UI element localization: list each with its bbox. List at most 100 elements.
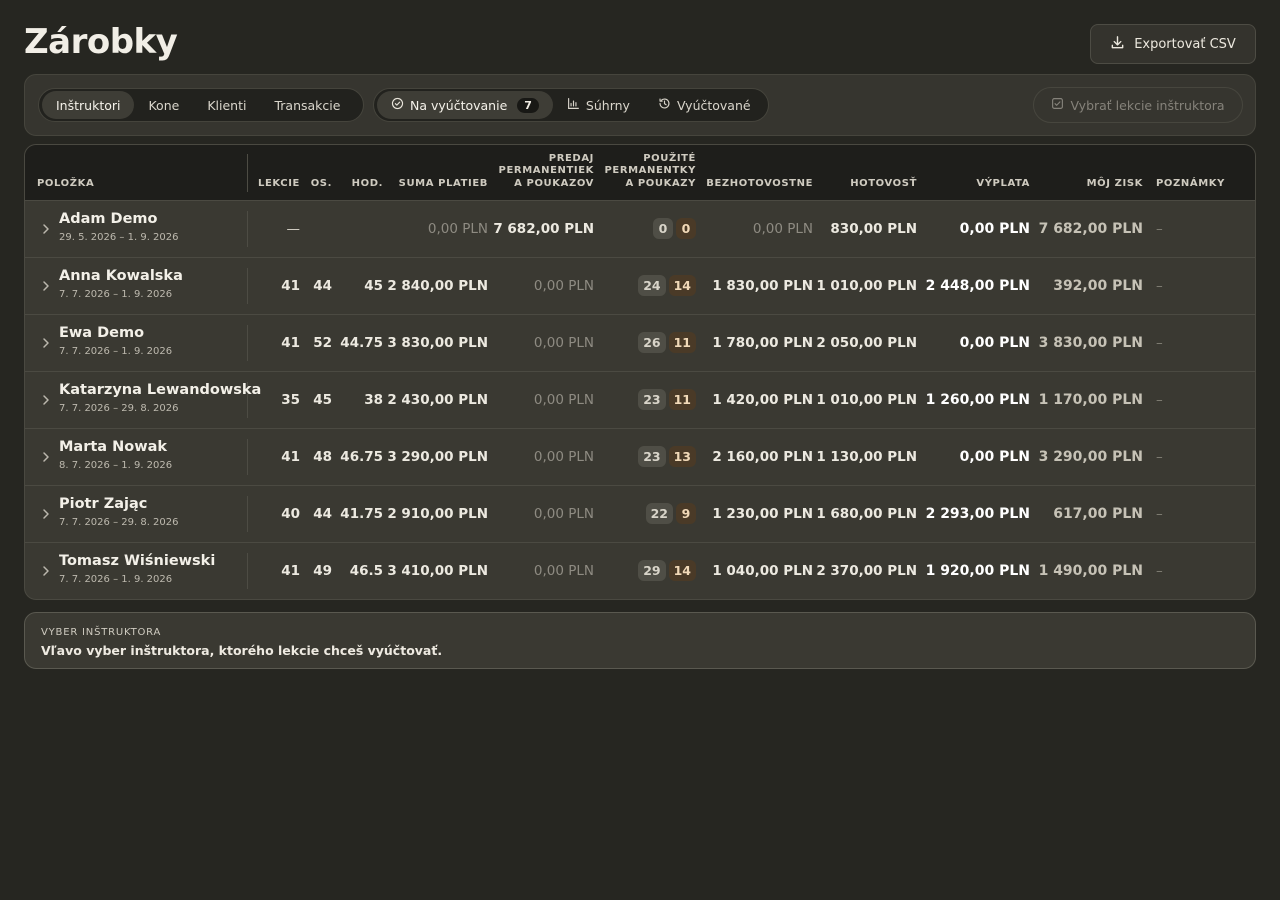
instructor-date-range: 7. 7. 2026 – 1. 9. 2026	[59, 346, 173, 357]
tab-summaries-label: Súhrny	[585, 97, 630, 113]
cashless-amount: 1 230,00 PLN	[712, 506, 813, 522]
select-instructor-lessons-button[interactable]: Vybrať lekcie inštruktora	[1033, 87, 1243, 123]
notes-cell: –	[1156, 563, 1163, 579]
cashless-amount: 1 780,00 PLN	[712, 335, 813, 351]
passes-sales: 0,00 PLN	[533, 392, 594, 408]
tab-to-settle-label: Na vyúčtovanie	[410, 97, 508, 113]
chevron-right-icon[interactable]	[40, 392, 52, 406]
table-row[interactable]: Ewa Demo 7. 7. 2026 – 1. 9. 2026 41 52 44.75…	[25, 314, 1255, 371]
chevron-right-icon[interactable]	[40, 449, 52, 463]
notes-cell: –	[1156, 392, 1163, 408]
tab-summaries[interactable]: Súhrny	[553, 91, 644, 119]
profit-amount: 1 490,00 PLN	[1038, 563, 1143, 579]
lessons-count: —	[286, 221, 301, 237]
used-vouchers-count: 13	[668, 446, 696, 467]
passes-sales: 0,00 PLN	[533, 563, 594, 579]
chevron-right-icon[interactable]	[40, 563, 52, 577]
used-passes: 29 14	[638, 560, 696, 581]
payout-amount: 0,00 PLN	[959, 449, 1030, 465]
passes-sales: 0,00 PLN	[533, 335, 594, 351]
view-tabs: Na vyúčtovanie 7 Súhrny Vyúčtované	[373, 88, 769, 122]
passes-sales: 0,00 PLN	[533, 506, 594, 522]
select-instructor-lessons-label: Vybrať lekcie inštruktora	[1070, 97, 1225, 113]
entity-tabs: Inštruktori Kone Klienti Transakcie	[38, 88, 364, 122]
table-row[interactable]: Marta Nowak 8. 7. 2026 – 1. 9. 2026 41 48 46…	[25, 428, 1255, 485]
cash-amount: 2 370,00 PLN	[816, 563, 917, 579]
used-passes-count: 0	[653, 218, 673, 239]
instructor-name: Katarzyna Lewandowska	[59, 382, 262, 398]
cash-amount: 2 050,00 PLN	[816, 335, 917, 351]
hint-label: Vyber inštruktora	[41, 627, 162, 638]
chevron-right-icon[interactable]	[40, 278, 52, 292]
payout-amount: 0,00 PLN	[959, 335, 1030, 351]
payout-amount: 2 293,00 PLN	[925, 506, 1030, 522]
tab-settled[interactable]: Vyúčtované	[644, 91, 765, 119]
history-icon	[658, 97, 671, 113]
table-row[interactable]: Katarzyna Lewandowska 7. 7. 2026 – 29. 8.…	[25, 371, 1255, 428]
cash-amount: 1 130,00 PLN	[816, 449, 917, 465]
cashless-amount: 0,00 PLN	[752, 221, 813, 237]
header-cash: Hotovosť	[850, 178, 917, 189]
payments-sum: 2 430,00 PLN	[387, 392, 488, 408]
notes-cell: –	[1156, 221, 1163, 237]
profit-amount: 7 682,00 PLN	[1038, 221, 1143, 237]
header-sales-line1: Predaj	[548, 153, 594, 164]
payments-sum: 2 840,00 PLN	[387, 278, 488, 294]
column-divider	[247, 154, 248, 192]
tab-horses[interactable]: Kone	[134, 91, 193, 119]
toolbar: Inštruktori Kone Klienti Transakcie Na v…	[24, 74, 1256, 136]
export-csv-label: Exportovať CSV	[1134, 36, 1236, 52]
earnings-table: Položka Lekcie Os. Hod. Suma platieb Pre…	[24, 144, 1256, 600]
tab-transactions[interactable]: Transakcie	[260, 91, 354, 119]
cash-amount: 830,00 PLN	[830, 221, 917, 237]
instructor-date-range: 7. 7. 2026 – 1. 9. 2026	[59, 574, 173, 585]
instructor-name: Anna Kowalska	[59, 268, 183, 284]
lessons-count: 41	[281, 278, 300, 294]
instructor-name: Ewa Demo	[59, 325, 145, 341]
instructor-date-range: 7. 7. 2026 – 29. 8. 2026	[59, 517, 179, 528]
table-row[interactable]: Adam Demo 29. 5. 2026 – 1. 9. 2026 — 0,00 P…	[25, 200, 1255, 257]
export-csv-button[interactable]: Exportovať CSV	[1090, 24, 1256, 64]
used-passes: 24 14	[638, 275, 696, 296]
profit-amount: 392,00 PLN	[1053, 278, 1143, 294]
table-row[interactable]: Tomasz Wiśniewski 7. 7. 2026 – 1. 9. 2026…	[25, 542, 1255, 599]
chevron-right-icon[interactable]	[40, 506, 52, 520]
passes-sales: 7 682,00 PLN	[493, 221, 594, 237]
cash-amount: 1 010,00 PLN	[816, 392, 917, 408]
header-payments: Suma platieb	[398, 178, 488, 189]
persons-count: 52	[313, 335, 332, 351]
tab-clients[interactable]: Klienti	[193, 91, 260, 119]
used-passes: 26 11	[638, 332, 696, 353]
header-item: Položka	[37, 178, 95, 189]
chevron-right-icon[interactable]	[40, 221, 52, 235]
tab-to-settle[interactable]: Na vyúčtovanie 7	[377, 91, 553, 119]
header-used-line3: a poukazy	[625, 178, 696, 189]
column-divider	[247, 496, 248, 532]
tab-instructors[interactable]: Inštruktori	[42, 91, 135, 119]
header-cashless: Bezhotovostne	[706, 178, 813, 189]
used-passes-count: 22	[645, 503, 673, 524]
persons-count: 48	[313, 449, 332, 465]
header-persons: Os.	[310, 178, 332, 189]
table-row[interactable]: Piotr Zając 7. 7. 2026 – 29. 8. 2026 40 44 4…	[25, 485, 1255, 542]
used-passes: 23 11	[638, 389, 696, 410]
lessons-count: 41	[281, 335, 300, 351]
hours-count: 46.5	[349, 563, 383, 579]
bar-chart-icon	[567, 97, 580, 113]
header-profit: Môj zisk	[1086, 178, 1143, 189]
lessons-count: 41	[281, 449, 300, 465]
payout-amount: 1 260,00 PLN	[925, 392, 1030, 408]
used-vouchers-count: 0	[676, 218, 696, 239]
page-title: Zárobky	[24, 22, 178, 62]
table-row[interactable]: Anna Kowalska 7. 7. 2026 – 1. 9. 2026 41 44…	[25, 257, 1255, 314]
used-vouchers-count: 9	[676, 503, 696, 524]
instructor-date-range: 8. 7. 2026 – 1. 9. 2026	[59, 460, 173, 471]
persons-count: 49	[313, 563, 332, 579]
chevron-right-icon[interactable]	[40, 335, 52, 349]
profit-amount: 617,00 PLN	[1053, 506, 1143, 522]
used-vouchers-count: 14	[668, 560, 696, 581]
column-divider	[247, 439, 248, 475]
hint-text: Vľavo vyber inštruktora, ktorého lekcie …	[41, 643, 443, 658]
hours-count: 46.75	[340, 449, 383, 465]
payments-sum: 3 830,00 PLN	[387, 335, 488, 351]
